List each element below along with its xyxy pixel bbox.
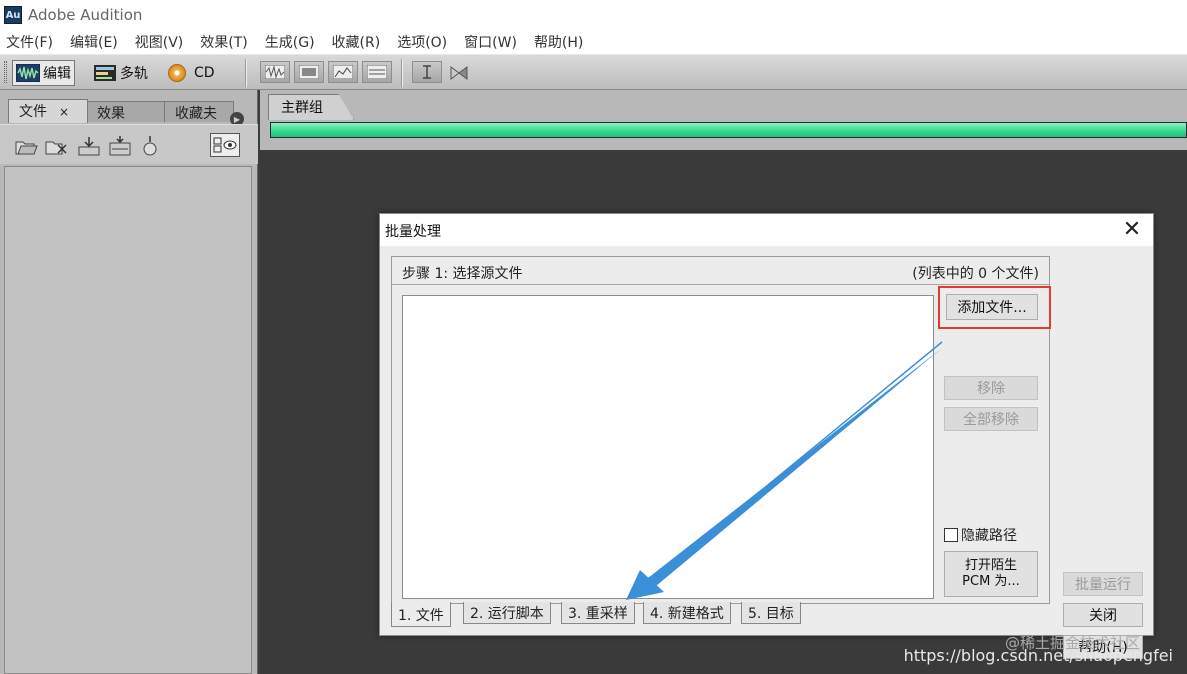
files-panel: 效果 收藏夫 文件 × ▶ [0, 90, 258, 674]
toolbar-grip[interactable] [4, 61, 7, 83]
dialog-close-button[interactable]: ✕ [1118, 216, 1146, 244]
tab-new-format[interactable]: 4. 新建格式 [643, 602, 731, 624]
progress-bar [270, 122, 1187, 138]
tab-files[interactable]: 文件 × [8, 99, 88, 123]
batch-run-button[interactable]: 批量运行 [1063, 572, 1143, 596]
window-title: Adobe Audition [28, 6, 143, 24]
audition-logo-icon: Au [4, 6, 22, 24]
main-tab-bar: 主群组 [260, 90, 1187, 120]
tab-files-label: 文件 [19, 104, 47, 120]
file-count: (列表中的 0 个文件) [912, 266, 1039, 282]
progress-band [260, 120, 1187, 150]
import-icon[interactable] [77, 135, 101, 157]
tab-effects-label: 效果 [97, 106, 125, 122]
files-toolbar [0, 124, 258, 164]
menu-window[interactable]: 窗口(W) [462, 32, 519, 52]
remove-all-button[interactable]: 全部移除 [944, 407, 1038, 431]
menu-view[interactable]: 视图(V) [133, 32, 186, 52]
open-unknown-label: 打开陌生 [964, 558, 1017, 573]
cd-icon [168, 64, 186, 82]
left-panel-tabs: 效果 收藏夫 文件 × ▶ [0, 98, 258, 126]
hide-path-checkbox[interactable]: 隐藏路径 [944, 525, 1017, 545]
watermark-url: https://blog.csdn.net/shaopengfei [903, 646, 1173, 665]
scrub-tool-button[interactable] [448, 63, 470, 83]
step-panel: 步骤 1: 选择源文件 (列表中的 0 个文件) 添加文件... 移除 全部移除… [391, 256, 1051, 604]
step-title: 步骤 1: 选择源文件 [402, 266, 523, 282]
edit-view-label: 编辑 [43, 66, 71, 82]
menu-bar: 文件(F) 编辑(E) 视图(V) 效果(T) 生成(G) 收藏(R) 选项(O… [0, 30, 1187, 54]
title-bar: Au Adobe Audition [0, 0, 1187, 30]
menu-edit[interactable]: 编辑(E) [68, 32, 120, 52]
menu-generate[interactable]: 生成(G) [263, 32, 317, 52]
pcm-as-label: PCM 为... [962, 574, 1020, 589]
edit-view-button[interactable]: 编辑 [12, 60, 75, 86]
dialog-title-bar: 批量处理 ✕ [380, 214, 1153, 246]
insert-icon[interactable] [108, 135, 132, 157]
main-toolbar: 编辑 多轨 CD [0, 54, 1187, 90]
tab-favorites[interactable]: 收藏夫 [164, 101, 234, 122]
add-files-button[interactable]: 添加文件... [946, 294, 1038, 320]
menu-favorites[interactable]: 收藏(R) [330, 32, 383, 52]
time-selection-tool-button[interactable] [412, 61, 442, 83]
tab-resample[interactable]: 3. 重采样 [561, 602, 635, 624]
tab-effects[interactable]: 效果 [86, 101, 166, 122]
menu-options[interactable]: 选项(O) [395, 32, 449, 52]
spectral-pan-button[interactable] [328, 61, 358, 83]
tab-destination[interactable]: 5. 目标 [741, 602, 801, 624]
eye-icon [213, 137, 237, 153]
cd-view-button[interactable]: CD [165, 60, 218, 86]
tab-favorites-label: 收藏夫 [175, 106, 217, 122]
waveform-icon [16, 64, 40, 82]
record-icon[interactable] [138, 135, 162, 157]
open-unknown-pcm-button[interactable]: 打开陌生 PCM 为... [944, 551, 1038, 597]
tab-run-script[interactable]: 2. 运行脚本 [463, 602, 551, 624]
show-hide-button[interactable] [210, 133, 240, 157]
scrub-icon [450, 66, 468, 80]
source-file-list[interactable] [402, 295, 934, 599]
checkbox[interactable] [944, 528, 958, 542]
close-file-icon[interactable] [44, 135, 68, 157]
progress-fill [271, 123, 1186, 137]
step-header: 步骤 1: 选择源文件 (列表中的 0 个文件) [392, 257, 1049, 285]
close-button[interactable]: 关闭 [1063, 603, 1143, 627]
waveform-display-icon [265, 65, 285, 79]
remove-button[interactable]: 移除 [944, 376, 1038, 400]
dialog-body: 步骤 1: 选择源文件 (列表中的 0 个文件) 添加文件... 移除 全部移除… [380, 246, 1153, 659]
multitrack-icon [94, 65, 116, 81]
toolbar-separator [245, 59, 247, 87]
multitrack-view-button[interactable]: 多轨 [90, 60, 151, 86]
i-beam-icon [423, 65, 431, 79]
cd-view-label: CD [194, 65, 215, 81]
toolbar-separator [401, 59, 403, 87]
close-icon[interactable]: × [59, 105, 69, 119]
spectral-display-button[interactable] [294, 61, 324, 83]
phase-display-button[interactable] [362, 61, 392, 83]
spectral-pan-icon [333, 65, 353, 79]
phase-display-icon [367, 65, 387, 79]
dialog-title: 批量处理 [385, 224, 441, 240]
hide-path-label: 隐藏路径 [961, 528, 1017, 544]
waveform-display-button[interactable] [260, 61, 290, 83]
menu-effects[interactable]: 效果(T) [198, 32, 249, 52]
file-list[interactable] [4, 166, 252, 674]
close-icon: ✕ [1122, 217, 1142, 242]
tab-files-step[interactable]: 1. 文件 [391, 602, 451, 627]
menu-file[interactable]: 文件(F) [4, 32, 55, 52]
menu-help[interactable]: 帮助(H) [532, 32, 585, 52]
spectral-display-icon [299, 65, 319, 79]
open-file-icon[interactable] [14, 135, 38, 157]
batch-processing-dialog: 批量处理 ✕ 步骤 1: 选择源文件 (列表中的 0 个文件) 添加文件... … [379, 213, 1154, 659]
multitrack-view-label: 多轨 [120, 66, 148, 82]
tab-main-group-label: 主群组 [281, 100, 323, 116]
tab-main-group[interactable]: 主群组 [268, 94, 354, 120]
